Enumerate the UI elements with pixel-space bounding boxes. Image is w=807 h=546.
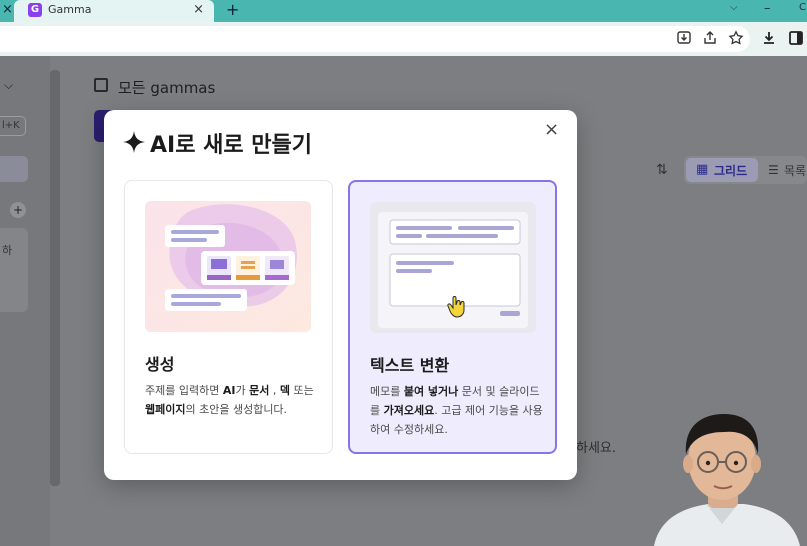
sidebar: ⌵ l+K + 하 (0, 56, 50, 546)
generate-card-description: 주제를 입력하면 AI가 문서 , 덱 또는 웹페이지의 초안을 생성합니다. (145, 384, 314, 416)
paste-text-card-title: 텍스트 변환 (370, 356, 450, 375)
tab-title: Gamma (48, 3, 92, 16)
gamma-logo-icon: G (28, 3, 42, 17)
view-grid-button[interactable]: ▦ 그리드 (686, 158, 758, 182)
page-title: 모든 gammas (118, 79, 216, 97)
sidebar-card-text: 하 (2, 244, 13, 257)
sparkle-icon (123, 131, 145, 153)
modal-title: AI로 새로 만들기 (150, 133, 312, 158)
sidepanel-icon[interactable] (788, 30, 804, 46)
paste-text-card-description: 메모를 붙여 넣거나 문서 및 슬라이드를 가져오세요. 고급 제어 기능을 사… (370, 385, 543, 436)
webcam-presenter-image (654, 414, 800, 546)
generate-illustration (145, 201, 311, 332)
browser-toolbar (0, 22, 807, 56)
sidebar-item-active[interactable] (0, 156, 28, 182)
previous-tab-close-icon[interactable]: × (2, 2, 13, 17)
generate-option-card[interactable]: 생성 주제를 입력하면 AI가 문서 , 덱 또는 웹페이지의 초안을 생성합니… (124, 180, 333, 454)
list-icon[interactable]: ☰ (768, 163, 779, 177)
generate-card-title: 생성 (145, 355, 175, 374)
gammas-stack-icon (94, 78, 108, 92)
tab-close-icon[interactable]: × (193, 2, 204, 17)
minimize-icon[interactable]: – (764, 1, 771, 16)
paste-text-option-card[interactable]: 텍스트 변환 메모를 붙여 넣거나 문서 및 슬라이드를 가져오세요. 고급 제… (348, 180, 557, 454)
add-folder-icon[interactable]: + (10, 202, 26, 218)
browser-tab-gamma[interactable]: G Gamma × (14, 0, 214, 22)
star-icon[interactable] (728, 30, 744, 46)
empty-state-hint: 하세요. (576, 441, 617, 456)
workspace-chevron-down-icon[interactable]: ⌵ (4, 78, 13, 93)
tab-search-icon[interactable]: ⌵ (730, 2, 738, 13)
new-tab-button[interactable]: + (226, 0, 239, 19)
browser-tab-bar: × G Gamma × + ⌵ – C (0, 0, 807, 22)
screen: × G Gamma × + ⌵ – C ⌵ l+K + 하 모든 gammas … (0, 0, 807, 546)
share-icon[interactable] (702, 30, 718, 46)
sort-icon[interactable]: ⇅ (656, 162, 668, 178)
grid-icon: ▦ (696, 162, 709, 177)
search-shortcut[interactable]: l+K (0, 116, 26, 136)
window-edge-glyph: C (799, 2, 806, 13)
sidebar-promo-card: 하 (0, 228, 28, 312)
paste-text-illustration (370, 202, 536, 333)
close-icon[interactable]: × (544, 119, 559, 140)
download-icon[interactable] (761, 30, 777, 46)
address-bar[interactable] (0, 26, 750, 52)
view-list-label[interactable]: 목록 (784, 162, 806, 179)
sidebar-scrollbar[interactable] (50, 70, 60, 486)
create-with-ai-modal: AI로 새로 만들기 × 생성 주제를 입력하면 AI가 문서 , 덱 또는 웹… (104, 110, 577, 480)
view-grid-label: 그리드 (714, 164, 748, 178)
install-icon[interactable] (676, 30, 692, 46)
